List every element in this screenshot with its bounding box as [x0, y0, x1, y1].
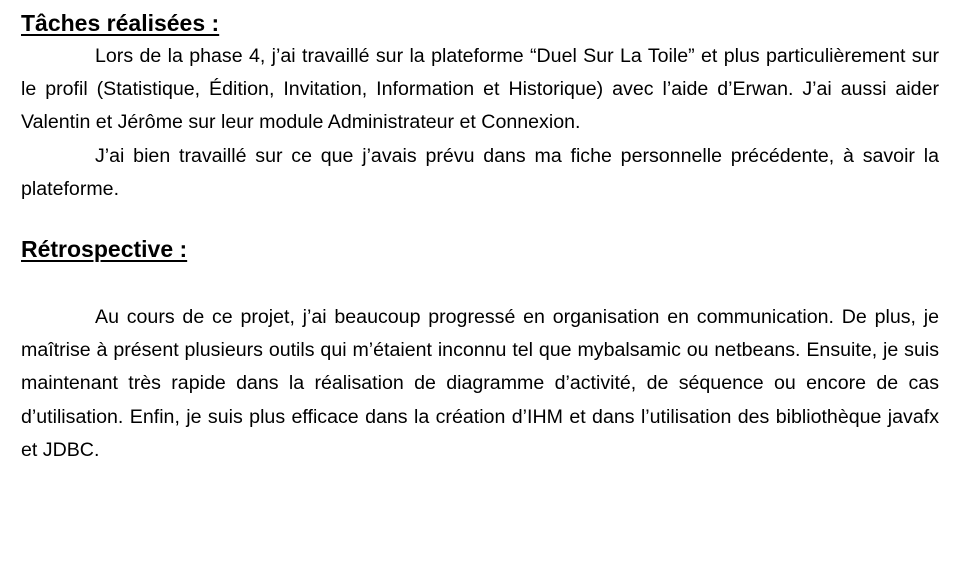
- tasks-paragraph-2: J’ai bien travaillé sur ce que j’avais p…: [21, 144, 939, 200]
- retrospective-paragraph-1: Au cours de ce projet, j’ai beaucoup pro…: [21, 306, 939, 461]
- section-heading-taches-realisees: Tâches réalisées :: [21, 10, 220, 36]
- document-page: Tâches réalisées : Lors de la phase 4, j…: [21, 6, 939, 467]
- section-heading-retrospective: Rétrospective :: [21, 236, 188, 263]
- tasks-paragraph-1: Lors de la phase 4, j’ai travaillé sur l…: [21, 45, 939, 134]
